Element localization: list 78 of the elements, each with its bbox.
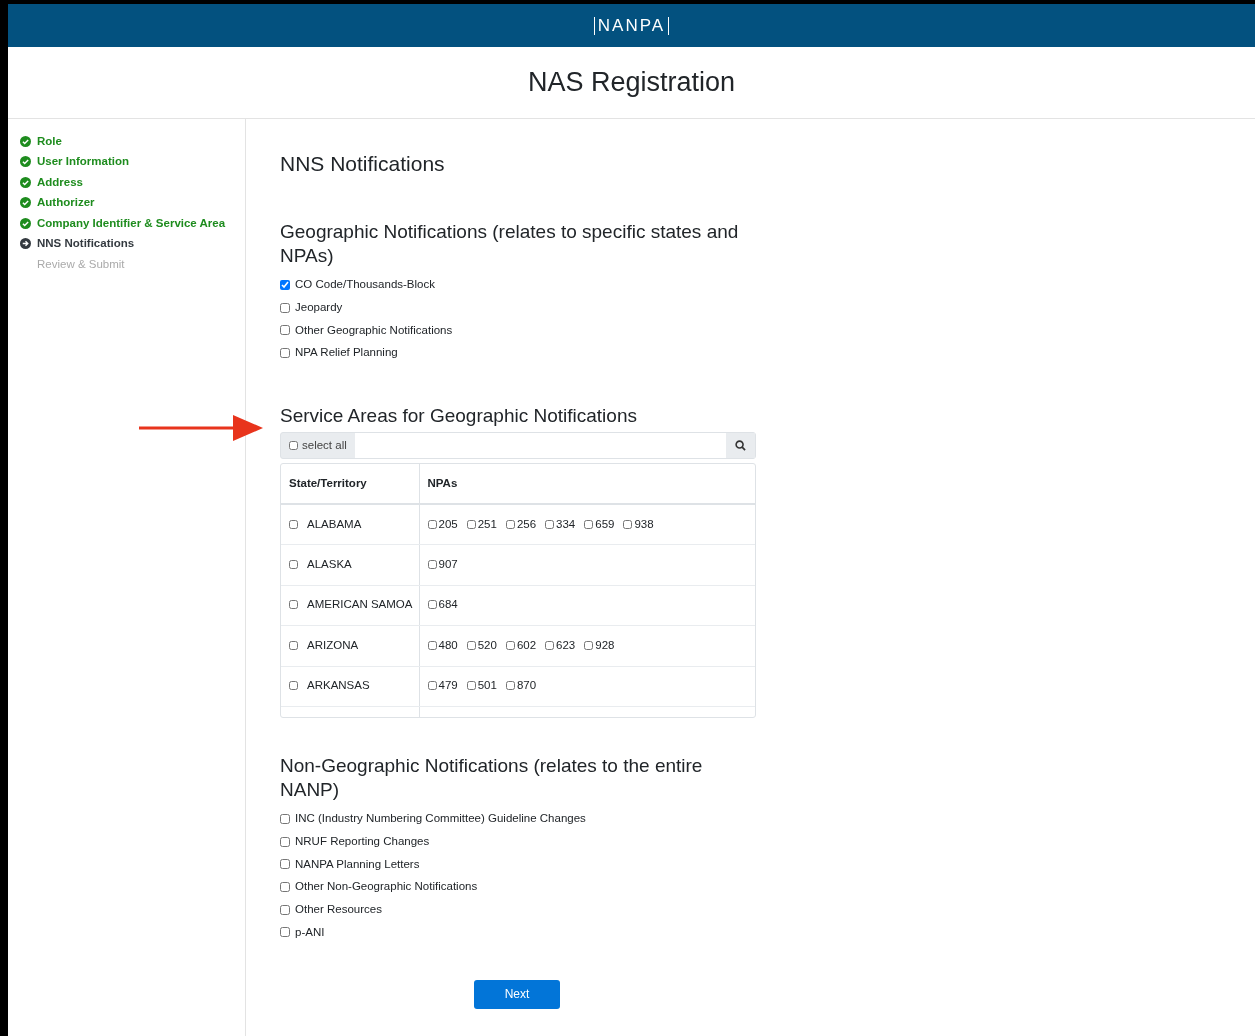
npa-code: 501 xyxy=(477,678,497,694)
checkbox-label: p-ANI xyxy=(295,924,325,940)
checkbox[interactable] xyxy=(584,640,594,650)
checkbox-label: Other Geographic Notifications xyxy=(295,322,453,338)
step-link[interactable]: Company Identifier & Service Area xyxy=(37,214,226,232)
step-link[interactable]: NNS Notifications xyxy=(37,235,135,253)
checkbox[interactable] xyxy=(466,640,476,650)
step-link[interactable]: Review & Submit xyxy=(37,255,125,273)
checkbox[interactable] xyxy=(289,519,298,529)
npa-code: 659 xyxy=(595,516,615,532)
npa-code: 251 xyxy=(477,516,497,532)
column-header: State/Territory xyxy=(289,477,367,490)
npa-code: 907 xyxy=(438,556,458,572)
checkbox-label: Other Resources xyxy=(295,902,382,918)
checkbox[interactable] xyxy=(427,600,437,610)
checkbox[interactable] xyxy=(427,640,437,650)
checkbox-label: NANPA Planning Letters xyxy=(295,856,420,872)
checkbox[interactable] xyxy=(280,836,290,847)
checkbox[interactable] xyxy=(280,882,290,893)
state-name: AMERICAN SAMOA xyxy=(307,597,413,613)
step-link[interactable]: Address xyxy=(37,173,84,191)
checkbox[interactable] xyxy=(427,519,437,529)
checkbox[interactable] xyxy=(289,600,298,610)
npa-code: 938 xyxy=(634,516,654,532)
checkbox[interactable] xyxy=(466,681,476,691)
npa-code: 684 xyxy=(438,597,458,613)
checkbox-label: CO Code/Thousands-Block xyxy=(295,277,435,293)
checkbox[interactable] xyxy=(280,302,290,313)
section-heading: Non-Geographic Notifications (relates to the entire NANP) xyxy=(280,754,704,802)
state-name: ALABAMA xyxy=(307,516,362,532)
section-heading: Service Areas for Geographic Notifications xyxy=(280,404,638,429)
section-heading: NNS Notifications xyxy=(280,151,446,177)
next-button[interactable]: Next xyxy=(474,979,560,1009)
checkbox[interactable] xyxy=(427,681,437,691)
step-link[interactable]: Role xyxy=(37,132,62,150)
npa-code: 256 xyxy=(516,516,537,532)
checkbox[interactable] xyxy=(280,348,290,359)
checkbox[interactable] xyxy=(280,904,290,915)
checkbox[interactable] xyxy=(466,519,476,529)
checkbox[interactable] xyxy=(505,681,515,691)
page-title: NAS Registration xyxy=(527,66,736,100)
checkbox[interactable] xyxy=(505,640,515,650)
checkbox[interactable] xyxy=(280,927,290,938)
checkbox-label: NRUF Reporting Changes xyxy=(295,834,430,850)
state-name: ARKANSAS xyxy=(307,678,370,694)
state-name: ARIZONA xyxy=(307,637,359,653)
checkbox[interactable] xyxy=(280,325,290,336)
checkbox[interactable] xyxy=(545,519,555,529)
npa-code: 480 xyxy=(438,637,458,653)
npa-code: 870 xyxy=(516,678,537,694)
state-name: ALASKA xyxy=(307,556,352,572)
checkbox[interactable] xyxy=(545,640,555,650)
section-heading: Geographic Notifications (relates to specific states and NPAs) xyxy=(280,220,740,268)
checkbox[interactable] xyxy=(427,559,437,569)
checkbox[interactable] xyxy=(280,859,290,870)
checkbox-label: Jeopardy xyxy=(295,300,343,316)
npa-code: 334 xyxy=(556,516,576,532)
checkbox[interactable] xyxy=(280,814,290,825)
npa-code: 520 xyxy=(477,637,497,653)
checkbox[interactable] xyxy=(623,519,633,529)
step-link[interactable]: User Information xyxy=(37,153,129,171)
checkbox-label: NPA Relief Planning xyxy=(295,345,398,361)
column-header: NPAs xyxy=(427,477,458,490)
checkbox[interactable] xyxy=(289,681,298,691)
brand-logo: NANPA xyxy=(593,16,670,35)
npa-code: 623 xyxy=(556,637,576,653)
npa-code: 479 xyxy=(438,678,458,694)
step-link[interactable]: Authorizer xyxy=(37,194,95,212)
checkbox-label: Other Non-Geographic Notifications xyxy=(295,879,478,895)
npa-code: 602 xyxy=(516,637,537,653)
npa-code: 928 xyxy=(595,637,615,653)
checkbox[interactable] xyxy=(584,519,594,529)
npa-code: 205 xyxy=(438,516,458,532)
checkbox[interactable] xyxy=(289,559,298,569)
checkbox[interactable] xyxy=(505,519,515,529)
checkbox[interactable] xyxy=(289,640,298,650)
checkbox-label: INC (Industry Numbering Committee) Guideline Changes xyxy=(295,811,586,827)
checkbox[interactable] xyxy=(280,280,290,291)
